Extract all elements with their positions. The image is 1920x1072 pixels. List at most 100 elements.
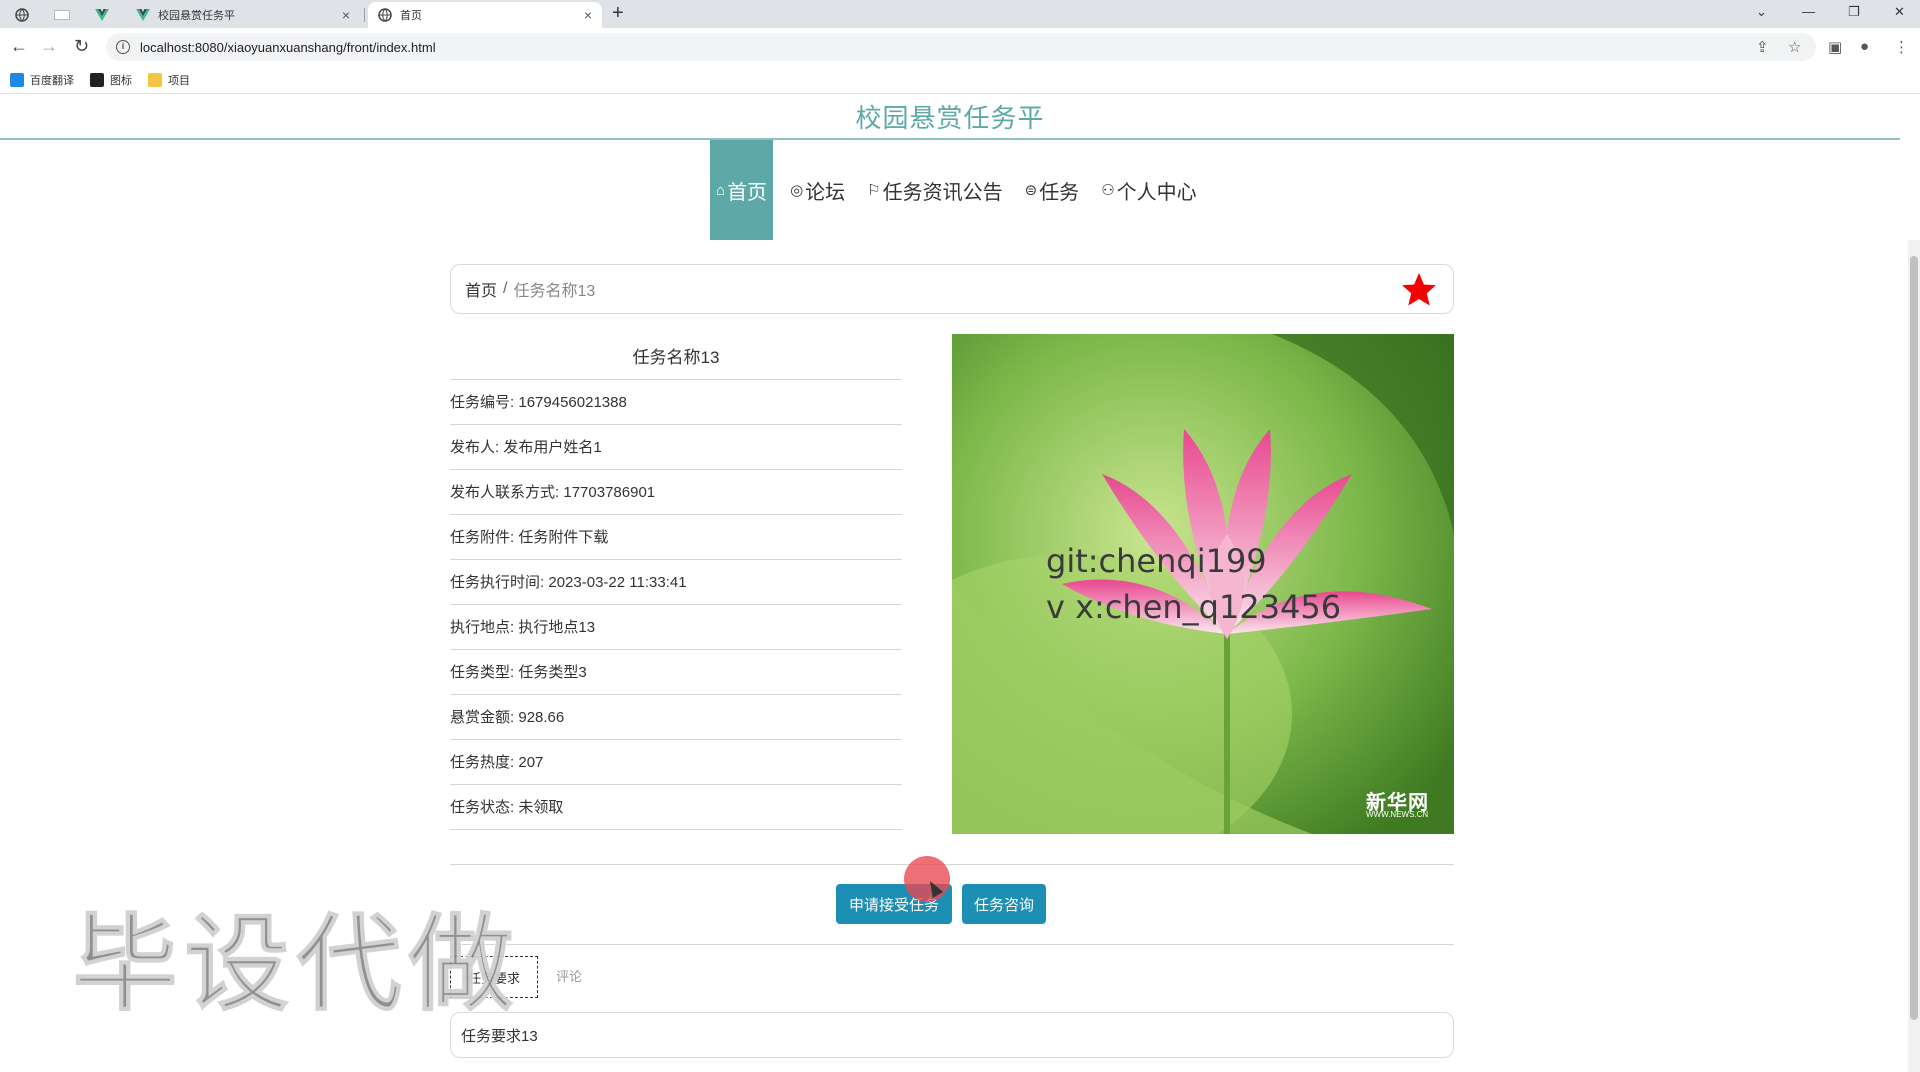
field-label: 任务附件: [450, 529, 511, 546]
field-publisher: 发布人: 发布用户姓名1: [450, 425, 902, 470]
pinned-tab-blank[interactable]: [46, 4, 78, 26]
tab-task-platform[interactable]: 校园悬赏任务平 ×: [126, 2, 360, 28]
restore-icon[interactable]: ❐: [1848, 4, 1860, 20]
address-bar[interactable]: i localhost:8080/xiaoyuanxuanshang/front…: [106, 33, 1816, 61]
tab-separator: [364, 8, 365, 22]
bookmark-label: 图标: [110, 74, 132, 87]
nav-tasks[interactable]: ⊜ 任务: [1020, 140, 1085, 240]
field-publisher-contact: 发布人联系方式: 17703786901: [450, 470, 902, 515]
nav-label: 任务: [1039, 181, 1080, 204]
window-close-icon[interactable]: ✕: [1894, 4, 1905, 20]
image-icon: [90, 72, 104, 87]
field-status: 任务状态: 未领取: [450, 785, 902, 830]
tab-comments[interactable]: 评论: [556, 966, 582, 985]
chat-icon: ◎: [790, 182, 804, 199]
url-text[interactable]: localhost:8080/xiaoyuanxuanshang/front/i…: [140, 40, 436, 55]
field-label: 任务状态: [450, 799, 511, 816]
task-icon: ⊜: [1024, 182, 1038, 199]
task-info-panel: 任务名称13 任务编号: 1679456021388 发布人: 发布用户姓名1 …: [450, 336, 902, 830]
tab-home[interactable]: 首页 ×: [368, 2, 602, 28]
field-value: 任务类型3: [518, 664, 587, 681]
task-title: 任务名称13: [450, 336, 902, 380]
bookmark-projects[interactable]: 项目: [148, 72, 190, 88]
minimize-icon[interactable]: —: [1802, 4, 1815, 19]
new-tab-button[interactable]: +: [612, 2, 624, 25]
click-indicator: [904, 856, 950, 902]
nav-home[interactable]: ⌂ 首页: [710, 140, 774, 240]
bookmark-label: 百度翻译: [30, 74, 74, 87]
field-execution-time: 任务执行时间: 2023-03-22 11:33:41: [450, 560, 902, 605]
site-title: 校园悬赏任务平: [855, 103, 1045, 133]
nav-personal-center[interactable]: ⚇ 个人中心: [1096, 140, 1201, 240]
globe-icon: [15, 8, 29, 22]
field-label: 任务编号: [450, 394, 511, 411]
field-label: 发布人联系方式: [450, 484, 556, 501]
back-icon[interactable]: ←: [10, 36, 28, 57]
field-label: 任务类型: [450, 664, 511, 681]
field-reward-amount: 悬赏金额: 928.66: [450, 695, 902, 740]
flag-icon: ⚐: [867, 182, 881, 199]
xinhua-logo-sub: WWW.NEWS.CN: [1366, 810, 1429, 819]
field-label: 执行地点: [450, 619, 511, 636]
field-label: 任务热度: [450, 754, 511, 771]
field-label: 任务执行时间: [450, 574, 541, 591]
close-icon[interactable]: ×: [584, 7, 592, 23]
address-toolbar: ← → ↻ i localhost:8080/xiaoyuanxuanshang…: [0, 28, 1920, 66]
page-scrollbar[interactable]: [1908, 240, 1920, 1072]
profile-icon[interactable]: ●: [1860, 38, 1869, 55]
tab-title: 校园悬赏任务平: [158, 10, 235, 22]
user-icon: ⚇: [1101, 182, 1115, 199]
nav-announcements[interactable]: ⚐ 任务资讯公告: [862, 140, 1007, 240]
close-icon[interactable]: ×: [342, 7, 350, 23]
site-info-icon[interactable]: i: [116, 40, 130, 54]
tab-title: 首页: [400, 10, 422, 22]
breadcrumb-home[interactable]: 首页: [465, 277, 497, 301]
favorite-star-icon[interactable]: [1399, 270, 1439, 310]
bookmark-baidu-translate[interactable]: 百度翻译: [10, 72, 74, 88]
pinned-tab-globe[interactable]: [6, 4, 38, 26]
scrollbar-thumb[interactable]: [1910, 256, 1918, 1020]
forward-icon[interactable]: →: [40, 36, 58, 57]
task-image: git:chenqi199 v x:chen_q123456 新华网 WWW.N…: [952, 334, 1454, 834]
field-task-number: 任务编号: 1679456021388: [450, 380, 902, 425]
folder-icon: [148, 72, 162, 87]
menu-icon[interactable]: ⋮: [1894, 38, 1909, 56]
side-panel-icon[interactable]: ▣: [1828, 38, 1842, 56]
breadcrumb-separator: /: [503, 280, 508, 297]
field-value: 17703786901: [563, 484, 656, 501]
field-popularity: 任务热度: 207: [450, 740, 902, 785]
reload-icon[interactable]: ↻: [74, 36, 89, 57]
browser-tab-strip: 校园悬赏任务平 × 首页 × + ⌄ — ❐ ✕: [0, 0, 1920, 28]
breadcrumb: 首页 / 任务名称13: [450, 264, 1454, 314]
field-value: 发布用户姓名1: [503, 439, 602, 456]
pinned-tab-vue[interactable]: [86, 4, 118, 26]
bookmark-star-icon[interactable]: ☆: [1788, 38, 1801, 56]
vue-logo-icon: [95, 9, 109, 21]
nav-forum[interactable]: ◎ 论坛: [785, 140, 850, 240]
field-value: 1679456021388: [518, 394, 627, 411]
vue-logo-icon: [136, 9, 150, 21]
field-value: 2023-03-22 11:33:41: [548, 574, 687, 591]
nav-label: 个人中心: [1116, 181, 1197, 204]
attachment-download-link[interactable]: 任务附件下载: [518, 529, 608, 546]
main-nav: ⌂ 首页 ◎ 论坛 ⚐ 任务资讯公告 ⊜ 任务 ⚇ 个人中心: [710, 140, 1214, 240]
nav-label: 首页: [727, 181, 768, 204]
tab-search-icon[interactable]: ⌄: [1756, 4, 1767, 20]
field-label: 发布人: [450, 439, 496, 456]
nav-label: 论坛: [805, 181, 846, 204]
field-value: 928.66: [518, 709, 565, 726]
field-value: 未领取: [518, 799, 564, 816]
field-location: 执行地点: 执行地点13: [450, 605, 902, 650]
field-label: 悬赏金额: [450, 709, 511, 726]
globe-icon: [378, 8, 392, 22]
requirements-content: 任务要求13: [450, 1012, 1454, 1058]
share-icon[interactable]: ⇪: [1756, 38, 1769, 56]
bookmark-label: 项目: [168, 74, 190, 87]
bookmarks-bar: 百度翻译 图标 项目: [0, 66, 1920, 94]
blank-page-icon: [54, 10, 70, 20]
watermark-wechat: v x:chen_q123456: [1046, 588, 1342, 626]
task-consult-button[interactable]: 任务咨询: [962, 884, 1046, 924]
field-task-type: 任务类型: 任务类型3: [450, 650, 902, 695]
bookmark-icons[interactable]: 图标: [90, 72, 132, 88]
promo-overlay-text: 毕设代做: [71, 902, 520, 1027]
